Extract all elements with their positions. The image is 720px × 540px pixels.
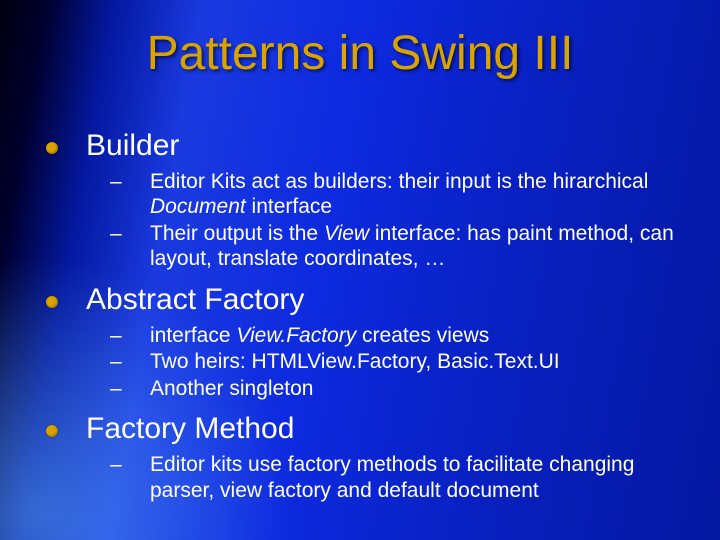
bullet-dot-icon: [46, 296, 58, 308]
dash-icon: –: [110, 452, 150, 478]
sub-bullet: – Their output is the View interface: ha…: [110, 221, 700, 272]
slide-content: Builder – Editor Kits act as builders: t…: [46, 128, 700, 513]
bullet-label: Abstract Factory: [86, 282, 304, 319]
sub-bullet: – Another singleton: [110, 376, 700, 402]
dash-icon: –: [110, 323, 150, 349]
slide: Patterns in Swing III Builder – Editor K…: [0, 0, 720, 540]
sub-list-factory-method: – Editor kits use factory methods to fac…: [110, 452, 700, 503]
sub-bullet: – Editor Kits act as builders: their inp…: [110, 169, 700, 220]
bullet-dot-icon: [46, 142, 58, 154]
sub-bullet-text: Another singleton: [150, 376, 700, 402]
dash-icon: –: [110, 349, 150, 375]
bullet-label: Factory Method: [86, 411, 294, 448]
sub-bullet-text: Editor kits use factory methods to facil…: [150, 452, 700, 503]
dash-icon: –: [110, 169, 150, 195]
bullet-label: Builder: [86, 128, 179, 165]
bullet-dot-icon: [46, 425, 58, 437]
sub-bullet: – Two heirs: HTMLView.Factory, Basic.Tex…: [110, 349, 700, 375]
sub-bullet-text: interface View.Factory creates views: [150, 323, 700, 349]
dash-icon: –: [110, 376, 150, 402]
dash-icon: –: [110, 221, 150, 247]
slide-title: Patterns in Swing III: [0, 26, 720, 81]
sub-bullet-text: Editor Kits act as builders: their input…: [150, 169, 700, 220]
bullet-factory-method: Factory Method: [46, 411, 700, 448]
sub-bullet: – interface View.Factory creates views: [110, 323, 700, 349]
sub-list-abstract-factory: – interface View.Factory creates views –…: [110, 323, 700, 402]
sub-bullet: – Editor kits use factory methods to fac…: [110, 452, 700, 503]
sub-bullet-text: Their output is the View interface: has …: [150, 221, 700, 272]
sub-list-builder: – Editor Kits act as builders: their inp…: [110, 169, 700, 272]
bullet-abstract-factory: Abstract Factory: [46, 282, 700, 319]
bullet-builder: Builder: [46, 128, 700, 165]
sub-bullet-text: Two heirs: HTMLView.Factory, Basic.Text.…: [150, 349, 700, 375]
